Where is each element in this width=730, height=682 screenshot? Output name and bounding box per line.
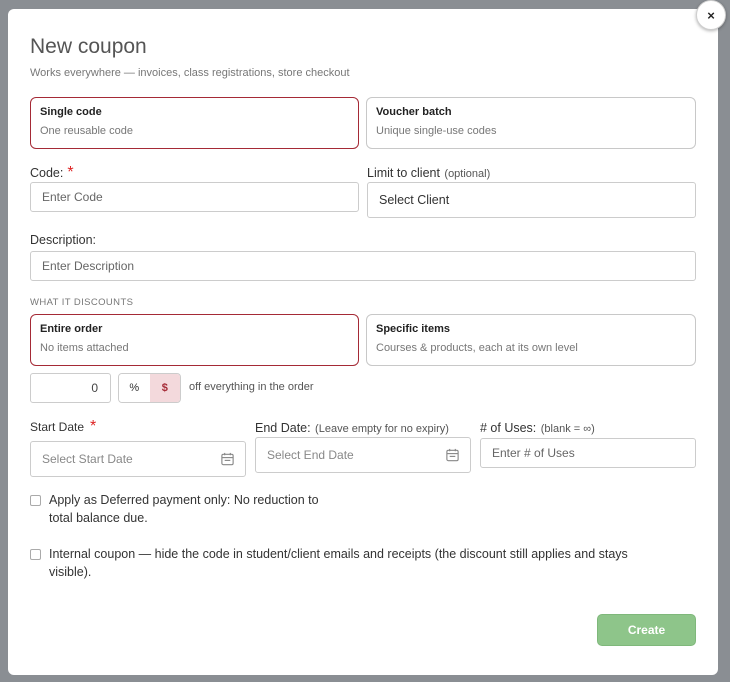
deferred-checkbox-label: Apply as Deferred payment only: No reduc… <box>49 491 369 527</box>
option-desc: One reusable code <box>40 125 133 137</box>
internal-checkbox[interactable] <box>30 549 41 560</box>
close-icon[interactable]: × <box>696 0 726 30</box>
description-label: Description: <box>30 233 96 247</box>
modal-title: New coupon <box>30 35 147 58</box>
start-date-label-row: Start Date * <box>30 418 96 436</box>
client-hint: (optional) <box>444 168 491 180</box>
calendar-icon <box>221 452 234 466</box>
required-mark: * <box>90 418 97 435</box>
unit-toggle: % $ <box>118 373 181 403</box>
option-specific-items[interactable]: Specific items Courses & products, each … <box>366 314 696 366</box>
uses-input[interactable]: Enter # of Uses <box>480 438 696 468</box>
end-date-label-row: End Date: (Leave empty for no expiry) <box>255 419 449 437</box>
client-select[interactable]: Select Client <box>367 182 696 218</box>
percent-unit-button[interactable]: % <box>119 374 150 402</box>
new-coupon-modal: New coupon Works everywhere — invoices, … <box>8 9 718 675</box>
end-date-input[interactable]: Select End Date <box>255 437 471 473</box>
option-title: Specific items <box>376 323 450 335</box>
code-input[interactable]: Enter Code <box>30 182 359 212</box>
client-label-row: Limit to client (optional) <box>367 164 490 182</box>
create-button[interactable]: Create <box>597 614 696 646</box>
option-title: Entire order <box>40 323 103 335</box>
calendar-icon <box>446 448 459 462</box>
uses-hint: (blank = ∞) <box>540 423 595 435</box>
required-mark: * <box>67 164 74 181</box>
amount-input[interactable]: 0 <box>30 373 111 403</box>
option-desc: Courses & products, each at its own leve… <box>376 342 578 354</box>
modal-subtitle: Works everywhere — invoices, class regis… <box>30 67 350 79</box>
uses-label-row: # of Uses: (blank = ∞) <box>480 419 595 437</box>
end-date-label: End Date: <box>255 421 311 435</box>
start-date-input[interactable]: Select Start Date <box>30 441 246 477</box>
amount-suffix: off everything in the order <box>189 381 314 393</box>
option-desc: Unique single-use codes <box>376 125 497 137</box>
option-entire-order[interactable]: Entire order No items attached <box>30 314 359 366</box>
internal-label-line1: Internal coupon — hide the code in stude… <box>49 547 628 561</box>
description-input[interactable]: Enter Description <box>30 251 696 281</box>
discount-section-label: WHAT IT DISCOUNTS <box>30 297 134 308</box>
code-label: Code: <box>30 166 64 180</box>
deferred-label-line2: total balance due. <box>49 511 148 525</box>
option-title: Single code <box>40 106 102 118</box>
uses-label: # of Uses: <box>480 421 537 435</box>
option-voucher-batch[interactable]: Voucher batch Unique single-use codes <box>366 97 696 149</box>
option-desc: No items attached <box>40 342 129 354</box>
code-label-row: Code: * <box>30 164 74 182</box>
option-single-code[interactable]: Single code One reusable code <box>30 97 359 149</box>
end-date-hint: (Leave empty for no expiry) <box>315 423 449 435</box>
end-date-placeholder: Select End Date <box>267 448 354 462</box>
internal-label-line2: visible). <box>49 565 92 579</box>
start-date-label: Start Date <box>30 420 85 434</box>
internal-checkbox-label: Internal coupon — hide the code in stude… <box>49 545 699 581</box>
option-title: Voucher batch <box>376 106 452 118</box>
deferred-label-line1: Apply as Deferred payment only: No reduc… <box>49 493 319 507</box>
client-label: Limit to client <box>367 166 440 180</box>
deferred-checkbox[interactable] <box>30 495 41 506</box>
dollar-unit-button[interactable]: $ <box>149 374 180 402</box>
start-date-placeholder: Select Start Date <box>42 452 133 466</box>
